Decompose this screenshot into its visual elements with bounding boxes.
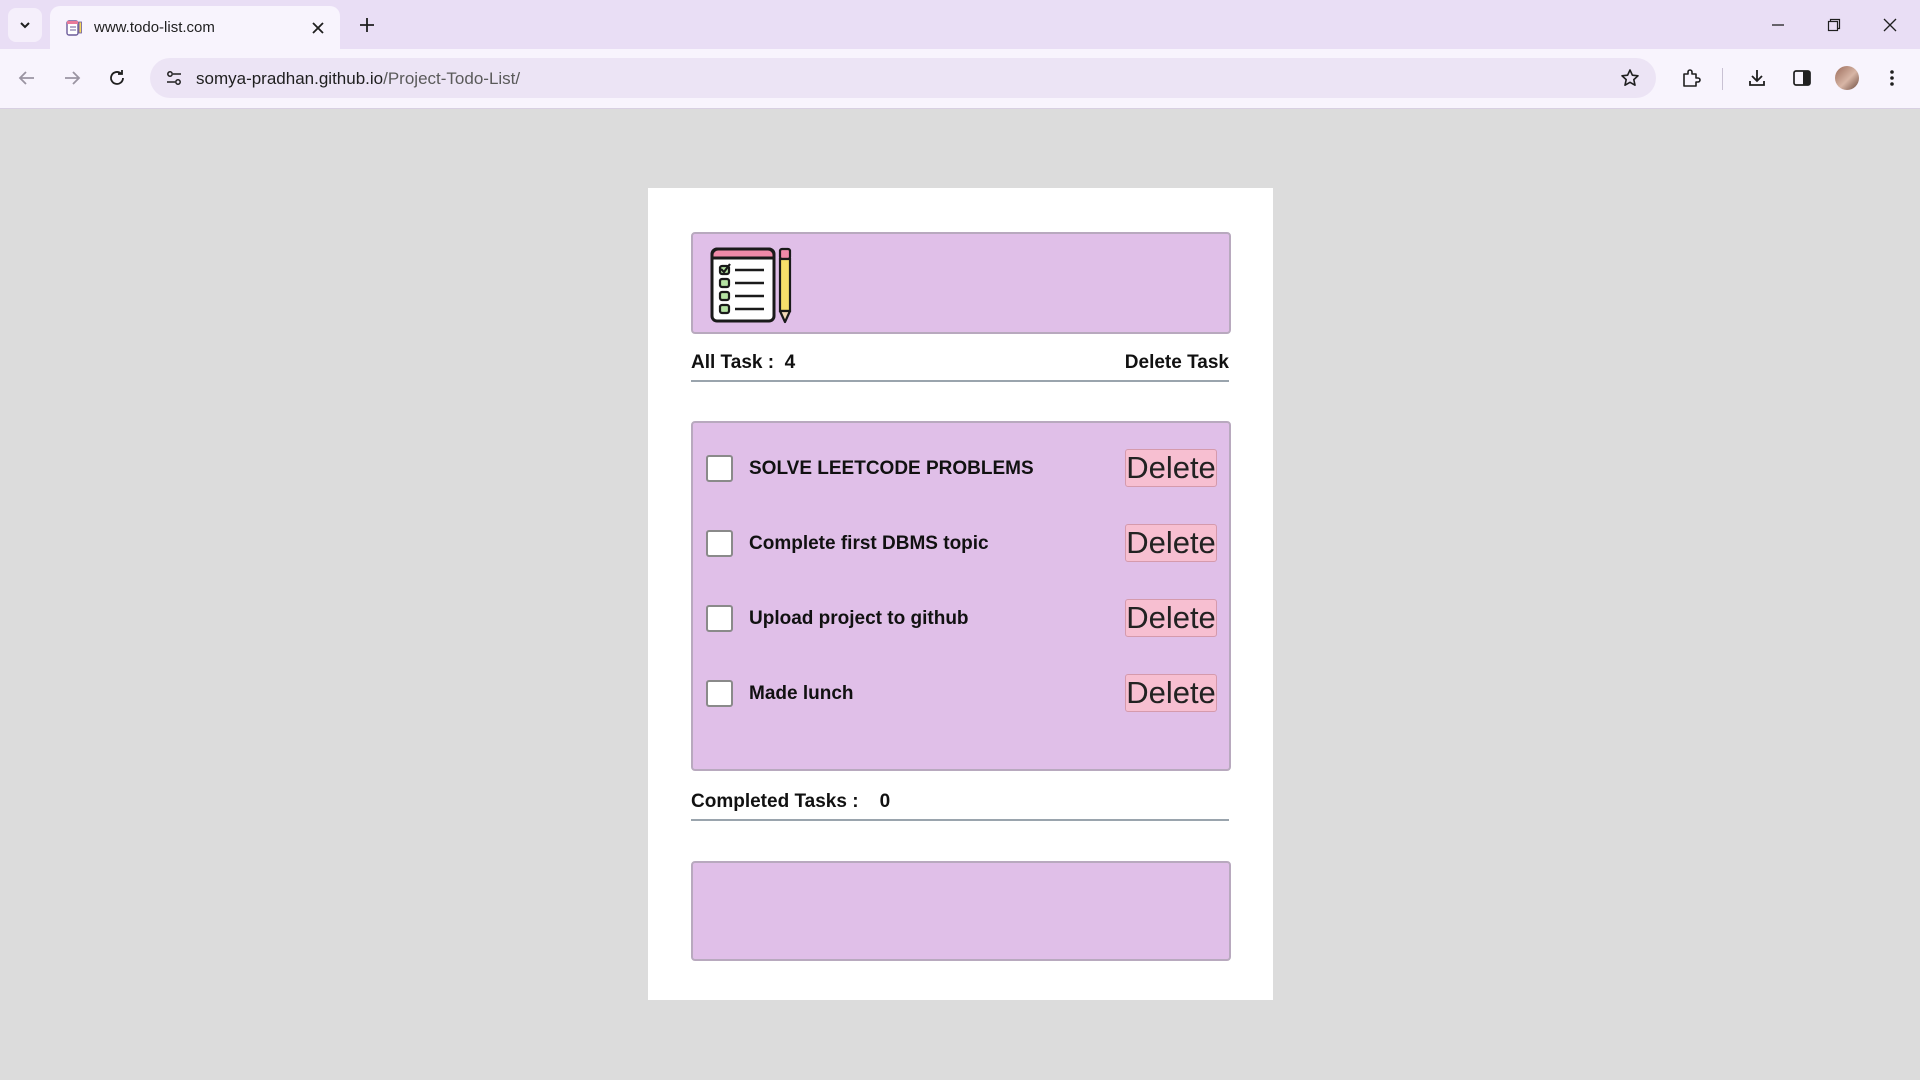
task-checkbox[interactable] [706,455,733,482]
tab-search-button[interactable] [8,8,42,42]
avatar [1835,66,1859,90]
side-panel-button[interactable] [1785,61,1819,95]
all-tasks-header: All Task : 4 Delete Task [691,350,1229,382]
close-tab-icon[interactable] [304,14,332,42]
browser-tab-bar: www.todo-list.com [0,0,1920,49]
task-text: SOLVE LEETCODE PROBLEMS [749,458,1034,479]
minimize-icon [1772,23,1784,26]
profile-avatar[interactable] [1830,61,1864,95]
extensions-button[interactable] [1674,61,1708,95]
completed-tasks-label: Completed Tasks : [691,791,859,812]
delete-task-button[interactable]: Delete [1125,449,1217,487]
downloads-button[interactable] [1740,61,1774,95]
browser-menu-button[interactable] [1875,61,1909,95]
address-bar[interactable]: somya-pradhan.github.io/Project-Todo-Lis… [150,58,1656,98]
all-tasks-label: All Task : [691,352,775,373]
task-item: Made lunch Delete [693,673,1229,717]
task-checkbox[interactable] [706,530,733,557]
task-checkbox[interactable] [706,680,733,707]
notepad-favicon-icon [64,18,84,38]
restore-icon [1827,18,1841,31]
forward-button[interactable] [55,61,89,95]
header-banner [691,232,1231,334]
reload-button[interactable] [100,61,134,95]
new-tab-button[interactable] [350,8,384,42]
url-path: /Project-Todo-List/ [383,69,521,88]
delete-task-button[interactable]: Delete [1125,524,1217,562]
minimize-window-button[interactable] [1750,0,1806,49]
puzzle-icon [1683,69,1701,87]
back-button[interactable] [10,61,44,95]
url-text[interactable]: somya-pradhan.github.io/Project-Todo-Lis… [196,69,520,89]
chevron-down-icon [20,22,30,29]
side-panel-icon [1793,70,1811,86]
task-checkbox[interactable] [706,605,733,632]
url-host: somya-pradhan.github.io [196,69,384,88]
todo-card: All Task : 4 Delete Task SOLVE LEETCODE … [648,188,1273,1000]
close-window-button[interactable] [1862,0,1918,49]
reload-icon [110,70,124,85]
completed-tasks-header: Completed Tasks : 0 [691,789,1229,821]
task-list: SOLVE LEETCODE PROBLEMS Delete Complete … [691,421,1231,771]
site-info-icon[interactable] [158,62,190,94]
delete-task-button[interactable]: Delete [1125,674,1217,712]
tab-title: www.todo-list.com [94,19,215,36]
delete-task-link[interactable]: Delete Task [1125,352,1229,374]
download-icon [1749,70,1765,86]
browser-toolbar: somya-pradhan.github.io/Project-Todo-Lis… [0,49,1920,109]
bookmark-star-icon[interactable] [1614,62,1646,94]
task-item: SOLVE LEETCODE PROBLEMS Delete [693,448,1229,492]
arrow-left-icon [18,71,34,85]
more-vertical-icon [1890,70,1894,86]
toolbar-divider [1722,68,1723,90]
todo-list-logo-icon [710,247,792,324]
plus-icon [360,18,374,32]
task-item: Complete first DBMS topic Delete [693,523,1229,567]
close-icon [1883,18,1897,31]
arrow-right-icon [65,71,81,85]
task-text: Made lunch [749,683,854,704]
task-text: Complete first DBMS topic [749,533,989,554]
task-text: Upload project to github [749,608,969,629]
completed-tasks-count: 0 [879,791,891,812]
completed-tasks-counter: Completed Tasks : 0 [691,791,890,813]
task-item: Upload project to github Delete [693,598,1229,642]
completed-task-list [691,861,1231,961]
delete-task-button[interactable]: Delete [1125,599,1217,637]
browser-tab[interactable]: www.todo-list.com [50,6,340,49]
all-tasks-counter: All Task : 4 [691,352,795,374]
all-tasks-count: 4 [784,352,796,373]
restore-window-button[interactable] [1806,0,1862,49]
